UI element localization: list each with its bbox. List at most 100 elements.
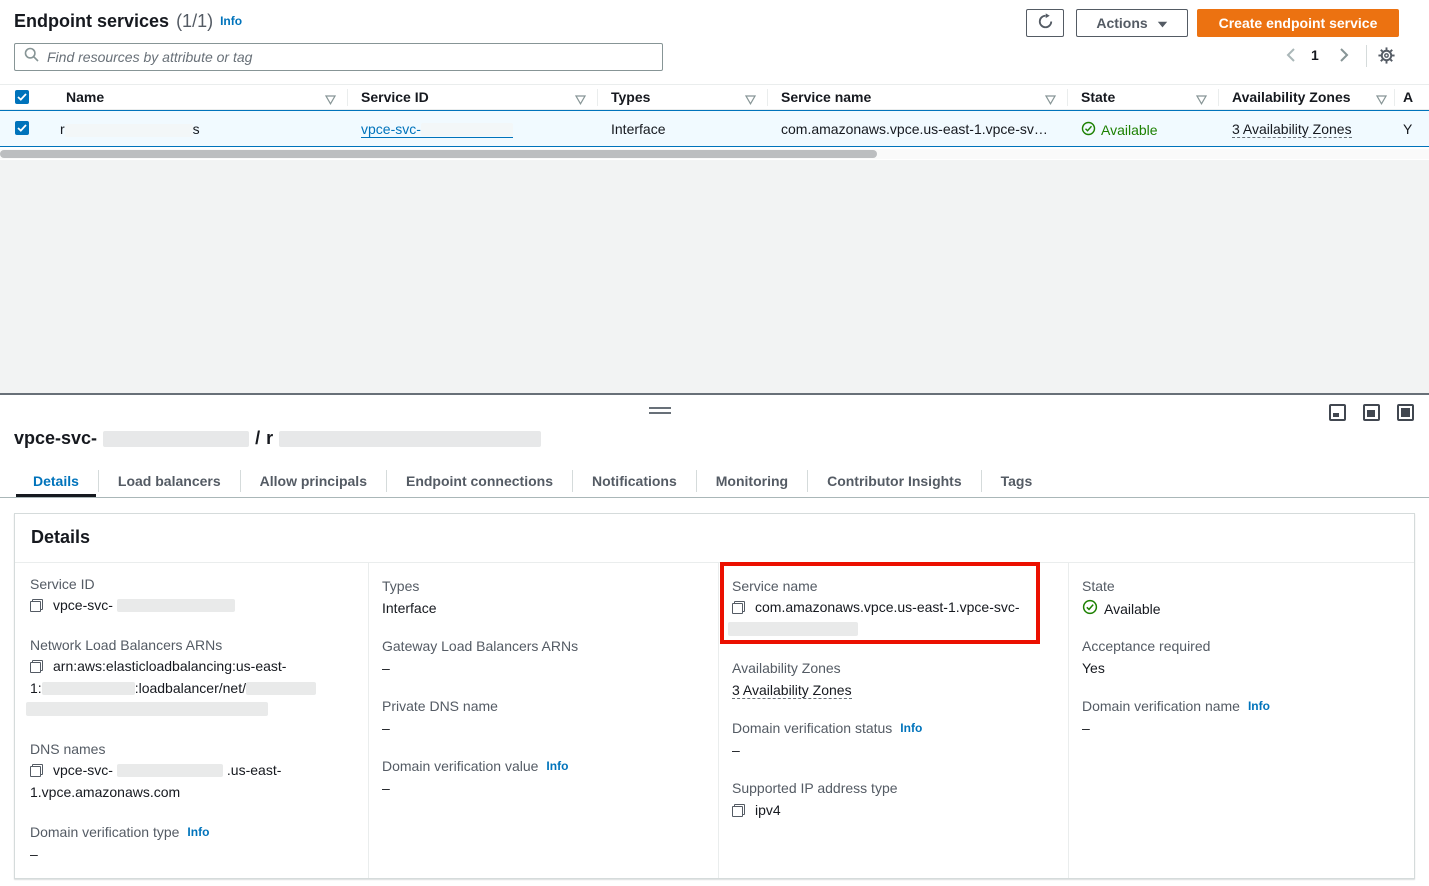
private-dns-name-value: – <box>382 720 390 736</box>
search-icon <box>24 47 39 67</box>
panel-title: vpce-svc- / r <box>14 428 541 449</box>
tab-tags[interactable]: Tags <box>982 464 1052 497</box>
nlb-arns-line1: arn:aws:elasticloadbalancing:us-east- <box>30 658 286 674</box>
tab-load-balancers[interactable]: Load balancers <box>99 464 240 497</box>
pagination-page-number[interactable]: 1 <box>1311 47 1319 63</box>
row-service-id-link[interactable]: vpce-svc- <box>361 121 513 138</box>
panel-title-prefix: vpce-svc- <box>14 428 97 449</box>
dns-names-line2: 1.vpce.amazonaws.com <box>30 784 180 800</box>
redacted-text <box>117 599 235 612</box>
column-header-cutoff[interactable]: A <box>1403 89 1413 105</box>
copy-icon[interactable] <box>30 599 43 612</box>
availability-zones-label: Availability Zones <box>732 660 841 676</box>
row-name-cell: rs <box>60 121 200 137</box>
filter-icon[interactable] <box>745 92 756 110</box>
nlb-arns-label: Network Load Balancers ARNs <box>30 637 222 653</box>
info-link[interactable]: Info <box>546 759 568 773</box>
copy-icon[interactable] <box>30 660 43 673</box>
tab-details[interactable]: Details <box>14 464 98 497</box>
settings-gear-icon[interactable] <box>1377 46 1396 70</box>
filter-icon[interactable] <box>1196 92 1207 110</box>
filter-icon[interactable] <box>575 92 586 110</box>
caret-down-icon <box>1157 15 1168 31</box>
row-state-label: Available <box>1101 122 1158 138</box>
panel-size-small-icon[interactable] <box>1329 404 1346 421</box>
domain-verification-name-text: Domain verification name <box>1082 698 1240 714</box>
dns-names-line1: vpce-svc-.us-east- <box>30 762 281 778</box>
nlb-arns-line2: 1::loadbalancer/net/ <box>30 680 316 696</box>
service-name-label: Service name <box>732 578 818 594</box>
supported-ip-value: ipv4 <box>732 802 781 818</box>
service-id-label: Service ID <box>30 576 95 592</box>
tab-contributor-insights[interactable]: Contributor Insights <box>808 464 981 497</box>
tab-endpoint-connections[interactable]: Endpoint connections <box>387 464 572 497</box>
state-text: Available <box>1104 601 1161 617</box>
availability-zones-value: 3 Availability Zones <box>732 682 852 699</box>
tab-notifications[interactable]: Notifications <box>573 464 696 497</box>
tab-monitoring[interactable]: Monitoring <box>697 464 807 497</box>
column-divider <box>1068 563 1069 878</box>
service-name-line2 <box>728 622 858 636</box>
domain-verification-type-text: Domain verification type <box>30 824 179 840</box>
panel-drag-handle[interactable] <box>649 407 671 416</box>
column-header-service-id[interactable]: Service ID <box>361 89 429 105</box>
available-check-icon <box>1082 599 1098 618</box>
row-checkbox[interactable] <box>15 121 29 135</box>
panel-size-large-icon[interactable] <box>1397 404 1414 421</box>
row-availability-zones-link[interactable]: 3 Availability Zones <box>1232 121 1352 138</box>
page-header: Endpoint services (1/1) Info <box>14 11 242 32</box>
column-divider <box>718 563 719 878</box>
tab-allow-principals[interactable]: Allow principals <box>241 464 386 497</box>
row-service-name-cell: com.amazonaws.vpce.us-east-1.vpce-sv… <box>781 121 1048 137</box>
column-header-state[interactable]: State <box>1081 89 1115 105</box>
page-info-link[interactable]: Info <box>220 14 242 28</box>
column-header-service-name[interactable]: Service name <box>781 89 871 105</box>
copy-icon[interactable] <box>30 764 43 777</box>
copy-icon[interactable] <box>732 601 745 614</box>
filter-icon[interactable] <box>1045 92 1056 110</box>
domain-verification-status-label: Domain verification status Info <box>732 720 922 736</box>
domain-verification-value-label: Domain verification value Info <box>382 758 568 774</box>
info-link[interactable]: Info <box>1248 699 1270 713</box>
nlb-arns-line3 <box>26 702 268 716</box>
column-divider <box>597 89 598 106</box>
panel-title-name-start: r <box>266 428 273 449</box>
page-title: Endpoint services <box>14 11 169 32</box>
info-link[interactable]: Info <box>900 721 922 735</box>
select-all-checkbox[interactable] <box>15 90 29 104</box>
pagination-next-icon[interactable] <box>1340 47 1352 63</box>
domain-verification-name-label: Domain verification name Info <box>1082 698 1270 714</box>
table-row[interactable]: rs vpce-svc- Interface com.amazonaws.vpc… <box>0 110 1429 147</box>
column-header-availability-zones[interactable]: Availability Zones <box>1232 89 1351 105</box>
copy-icon[interactable] <box>732 804 745 817</box>
info-link[interactable]: Info <box>187 825 209 839</box>
domain-verification-type-label: Domain verification type Info <box>30 824 209 840</box>
types-value: Interface <box>382 600 436 616</box>
pagination-prev-icon[interactable] <box>1286 47 1298 63</box>
actions-button[interactable]: Actions <box>1076 9 1188 37</box>
search-box[interactable] <box>14 43 663 71</box>
column-header-types[interactable]: Types <box>611 89 650 105</box>
create-endpoint-service-button[interactable]: Create endpoint service <box>1197 9 1399 37</box>
refresh-button[interactable] <box>1026 9 1064 37</box>
acceptance-required-value: Yes <box>1082 660 1105 676</box>
filter-icon[interactable] <box>325 92 336 110</box>
filter-icon[interactable] <box>1376 92 1387 110</box>
domain-verification-status-value: – <box>732 742 740 758</box>
column-divider <box>1218 89 1219 106</box>
nlb-arns-text2b: :loadbalancer/net/ <box>135 680 246 696</box>
panel-tabs: Details Load balancers Allow principals … <box>0 464 1429 498</box>
column-header-name[interactable]: Name <box>66 89 104 105</box>
domain-verification-value-value: – <box>382 780 390 796</box>
details-card: Details <box>14 513 1415 879</box>
empty-background-area <box>0 160 1429 393</box>
panel-size-medium-icon[interactable] <box>1363 404 1380 421</box>
redacted-text <box>103 431 249 447</box>
horizontal-scrollbar-thumb[interactable] <box>0 150 877 158</box>
endpoint-services-page: Endpoint services (1/1) Info Actions Cre… <box>0 0 1429 886</box>
page-count: (1/1) <box>176 11 213 32</box>
service-name-text: com.amazonaws.vpce.us-east-1.vpce-svc- <box>755 599 1020 615</box>
availability-zones-link[interactable]: 3 Availability Zones <box>732 682 852 699</box>
search-input[interactable] <box>47 49 653 65</box>
redacted-text <box>42 682 135 695</box>
